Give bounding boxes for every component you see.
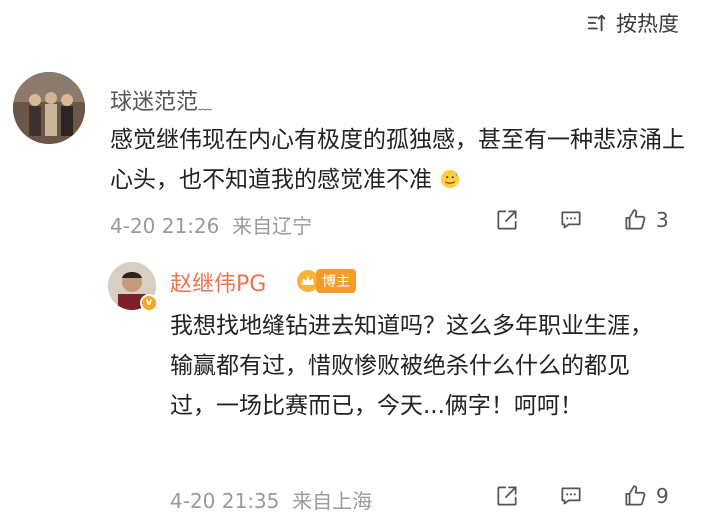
comment-location: 来自辽宁 [232,214,313,238]
share-button[interactable] [494,207,558,233]
reply-meta: 4-20 21:35 来自上海 [170,485,372,514]
share-icon [497,210,517,230]
comment-meta: 4-20 21:26 来自辽宁 [110,210,312,239]
reply-location: 来自上海 [292,489,373,513]
thumbs-up-icon [625,485,646,506]
reply-button[interactable] [558,207,622,233]
avatar-photo [13,72,85,144]
comment-actions: 3 [494,207,669,233]
like-button[interactable]: 3 [622,207,669,233]
reply-actions: 9 [494,483,669,509]
comment-time: 4-20 21:26 [110,214,220,238]
like-count: 3 [656,208,669,232]
author-username[interactable]: 赵继伟PG [170,266,266,298]
comment-icon [561,211,581,229]
like-button[interactable]: 9 [622,483,669,509]
sort-icon [587,14,606,32]
comment-username[interactable]: 球迷范范﹏ [110,84,212,116]
sweat-smile-icon [441,169,460,189]
thumbs-up-icon [625,209,646,230]
like-count: 9 [656,484,669,508]
blogger-badge-label: 博主 [316,269,356,293]
avatar[interactable] [13,72,85,144]
sort-label: 按热度 [616,12,679,36]
comment-text-content: 感觉继伟现在内心有极度的孤独感，甚至有一种悲凉涌上心头，也不知道我的感觉准不准 [110,127,685,193]
username-suffix: ﹏ [198,97,213,113]
reply-time: 4-20 21:35 [170,489,280,513]
reply-text: 我想找地缝钻进去知道吗？这么多年职业生涯，输赢都有过，惜败惨败被绝杀什么什么的都… [170,313,653,419]
blogger-badge: 博主 [296,268,356,294]
reply-button[interactable] [558,483,622,509]
verified-badge-icon: v [140,294,158,312]
username-text: 球迷范范 [110,90,199,115]
share-button[interactable] [494,483,558,509]
share-icon [497,486,517,506]
comment-text: 感觉继伟现在内心有极度的孤独感，甚至有一种悲凉涌上心头，也不知道我的感觉准不准 [110,120,690,200]
comment-icon [561,487,581,505]
sort-by-hot-button[interactable]: 按热度 [586,8,679,38]
